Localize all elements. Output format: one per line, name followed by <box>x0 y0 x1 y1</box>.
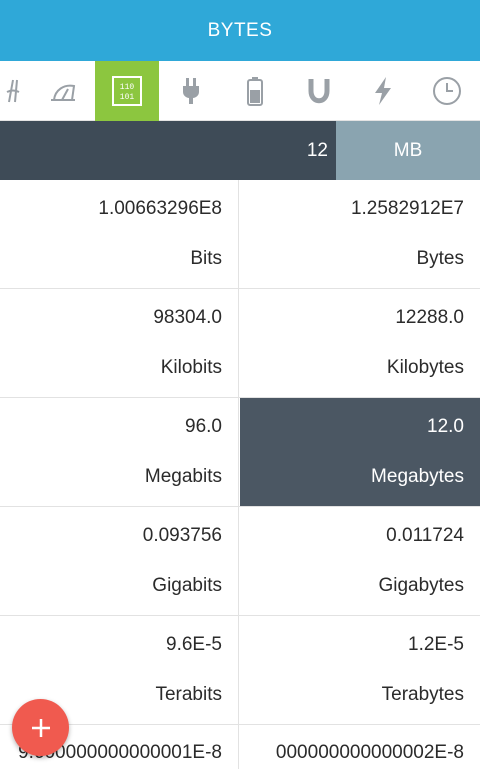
result-value: 12.0 <box>427 416 464 437</box>
result-cell[interactable]: 1.2E-5 Terabytes <box>240 616 480 724</box>
tab-bytes[interactable]: 110 101 <box>95 61 159 121</box>
result-unit: Kilobytes <box>386 357 464 378</box>
result-value: 1.00663296E8 <box>98 198 222 219</box>
result-unit: Gigabytes <box>378 575 464 596</box>
result-unit: Kilobits <box>160 357 222 378</box>
app-title-bar: BYTES <box>0 0 480 61</box>
plug-icon <box>183 78 199 104</box>
speed-gauge-icon <box>51 84 76 101</box>
result-value: 9.6E-5 <box>166 634 222 655</box>
result-cell[interactable]: 0.093756 Gigabits <box>0 507 239 615</box>
result-row-giga: 0.093756 Gigabits 0.011724 Gigabytes <box>0 507 480 616</box>
plus-icon <box>31 718 50 737</box>
result-unit: Bits <box>190 248 222 269</box>
unit-select[interactable]: MB <box>336 121 480 180</box>
result-cell[interactable]: 96.0 Megabits <box>0 398 239 506</box>
unit-select-label: MB <box>393 139 423 161</box>
result-cell[interactable]: 0.011724 Gigabytes <box>240 507 480 615</box>
result-cell[interactable]: 000000000000002E-8 <box>240 725 480 769</box>
result-row-tera: 9.6E-5 Terabits 1.2E-5 Terabytes <box>0 616 480 725</box>
category-tab-bar: 110 101 <box>0 61 480 121</box>
result-unit: Gigabits <box>152 575 222 596</box>
result-cell[interactable]: 1.00663296E8 Bits <box>0 180 239 288</box>
result-row-mega: 96.0 Megabits 12.0 Megabytes <box>0 398 480 507</box>
result-cell[interactable]: 98304.0 Kilobits <box>0 289 239 397</box>
result-cell-selected[interactable]: 12.0 Megabytes <box>240 398 480 506</box>
svg-text:110: 110 <box>120 83 135 92</box>
svg-text:101: 101 <box>120 93 135 102</box>
result-row-bits: 1.00663296E8 Bits 1.2582912E7 Bytes <box>0 180 480 289</box>
lightning-icon <box>375 77 391 105</box>
result-unit: Megabytes <box>371 466 464 487</box>
result-value: 1.2E-5 <box>408 634 464 655</box>
result-value: 1.2582912E7 <box>350 198 464 219</box>
result-unit: Terabytes <box>381 684 464 705</box>
result-value: 98304.0 <box>153 307 222 328</box>
tab-time[interactable] <box>415 61 479 121</box>
result-unit: Bytes <box>416 248 464 269</box>
result-value: 96.0 <box>185 416 222 437</box>
tab-power[interactable] <box>159 61 223 121</box>
tab-battery[interactable] <box>223 61 287 121</box>
result-cell[interactable]: 12288.0 Kilobytes <box>240 289 480 397</box>
result-value: 12288.0 <box>395 307 464 328</box>
magnet-icon <box>308 79 330 104</box>
result-unit: Terabits <box>155 684 222 705</box>
result-value: 0.093756 <box>142 525 222 546</box>
result-row-peta-partial: 9.600000000000001E-8 000000000000002E-8 <box>0 725 480 769</box>
tab-electricity[interactable] <box>351 61 415 121</box>
result-unit: Megabits <box>144 466 222 487</box>
clock-icon <box>433 77 461 105</box>
result-cell[interactable]: 1.2582912E7 Bytes <box>240 180 480 288</box>
battery-icon <box>247 77 263 106</box>
tab-speed[interactable] <box>31 61 95 121</box>
value-input[interactable]: 12 <box>307 121 328 180</box>
add-button[interactable] <box>12 699 69 756</box>
result-value: 000000000000002E-8 <box>275 742 464 763</box>
tab-magnet[interactable] <box>287 61 351 121</box>
result-value: 0.011724 <box>386 525 464 546</box>
binary-bytes-icon: 110 101 <box>112 76 142 106</box>
length-icon <box>6 79 20 103</box>
result-row-kilo: 98304.0 Kilobits 12288.0 Kilobytes <box>0 289 480 398</box>
app-title: BYTES <box>207 19 273 41</box>
input-bar: 12 MB <box>0 121 480 180</box>
results-grid: 1.00663296E8 Bits 1.2582912E7 Bytes 9830… <box>0 180 480 725</box>
